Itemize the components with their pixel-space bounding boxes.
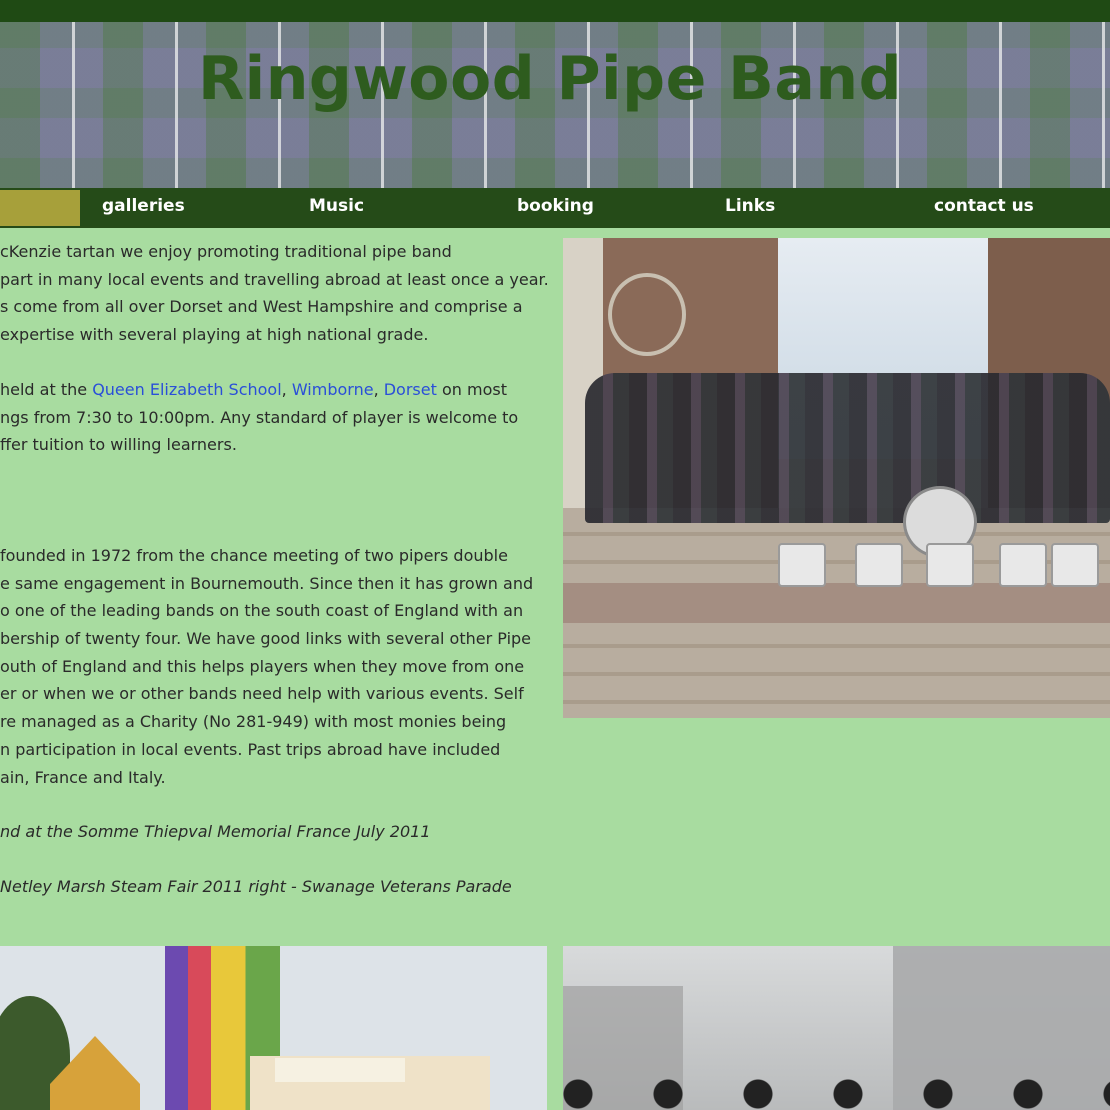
history-line: ain, France and Italy. xyxy=(0,767,166,787)
nav-item-links[interactable]: Links xyxy=(725,196,775,216)
photo-drum xyxy=(778,543,826,587)
link-wimborne[interactable]: Wimborne xyxy=(292,380,374,399)
link-queen-elizabeth-school[interactable]: Queen Elizabeth School xyxy=(92,380,281,399)
history-line: o one of the leading bands on the south … xyxy=(0,601,524,621)
practice-line: held at the Queen Elizabeth School, Wimb… xyxy=(0,379,507,399)
intro-line: expertise with several playing at high n… xyxy=(0,325,429,345)
photo-netley-marsh-steam-fair xyxy=(0,946,547,1110)
practice-line: ffer tuition to willing learners. xyxy=(0,435,237,455)
photo-drum xyxy=(855,543,903,587)
site-title: Ringwood Pipe Band xyxy=(197,44,903,114)
nav-item-contact-us[interactable]: contact us xyxy=(934,196,1034,216)
intro-line: cKenzie tartan we enjoy promoting tradit… xyxy=(0,242,452,261)
nav-item-active[interactable] xyxy=(0,190,80,226)
nav-item-galleries[interactable]: galleries xyxy=(102,196,185,216)
history-line: re managed as a Charity (No 281-949) wit… xyxy=(0,712,507,732)
nav-item-booking[interactable]: booking xyxy=(517,196,594,216)
link-dorset[interactable]: Dorset xyxy=(384,380,437,399)
photo-fair-sign xyxy=(275,1058,405,1082)
intro-line: s come from all over Dorset and West Ham… xyxy=(0,297,523,317)
photo-swanage-veterans-parade xyxy=(563,946,1110,1110)
photo-path xyxy=(563,583,1110,623)
photo-arch xyxy=(608,273,686,356)
photo-drum xyxy=(1051,543,1099,587)
top-bar xyxy=(0,0,1110,22)
photo-crowd xyxy=(563,1074,1110,1110)
history-line: bership of twenty four. We have good lin… xyxy=(0,629,532,649)
intro-line: part in many local events and travelling… xyxy=(0,269,549,289)
photo-band-thiepval-memorial xyxy=(563,238,1110,718)
photo-pipers xyxy=(585,373,1110,523)
photo-caption: Netley Marsh Steam Fair 2011 right - Swa… xyxy=(0,876,512,896)
history-line: outh of England and this helps players w… xyxy=(0,656,525,676)
main-text-column: cKenzie tartan we enjoy promoting tradit… xyxy=(0,238,555,901)
photo-drum xyxy=(926,543,974,587)
photo-drum xyxy=(999,543,1047,587)
history-line: n participation in local events. Past tr… xyxy=(0,739,501,759)
history-line: er or when we or other bands need help w… xyxy=(0,684,524,704)
practice-line: ngs from 7:30 to 10:00pm. Any standard o… xyxy=(0,407,519,427)
nav-item-music[interactable]: Music xyxy=(309,196,364,216)
photo-caption: nd at the Somme Thiepval Memorial France… xyxy=(0,822,431,842)
history-line: founded in 1972 from the chance meeting … xyxy=(0,545,508,565)
history-line: e same engagement in Bournemouth. Since … xyxy=(0,573,534,593)
